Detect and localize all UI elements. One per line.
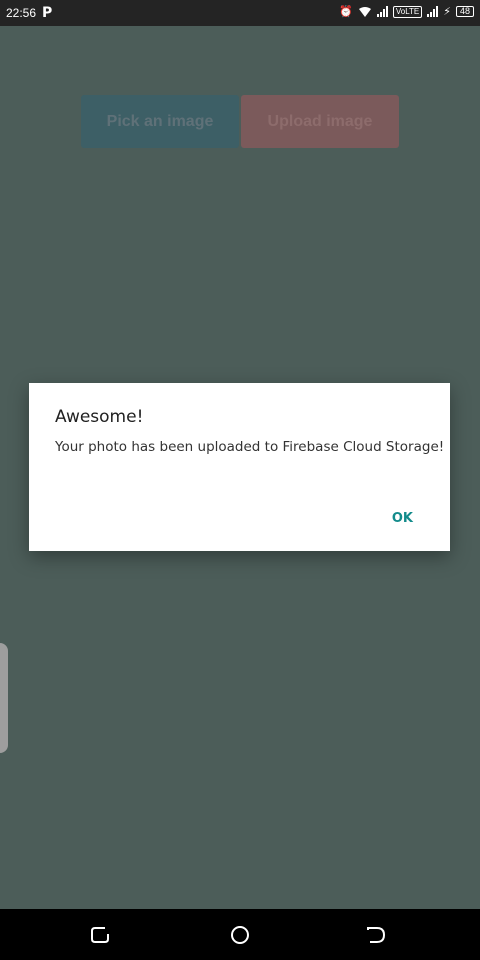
battery-icon: 48 <box>456 6 474 17</box>
status-indicators: ⏰ VoLTE ⚡ 48 <box>339 5 474 18</box>
recent-apps-icon[interactable] <box>89 924 111 946</box>
navigation-bar <box>0 909 480 960</box>
wifi-icon <box>358 6 372 18</box>
volte-badge: VoLTE <box>392 5 423 18</box>
upload-image-button[interactable]: Upload image <box>241 95 399 148</box>
dialog-message: Your photo has been uploaded to Firebase… <box>55 439 445 455</box>
dialog-title: Awesome! <box>55 407 144 427</box>
signal-icon-2 <box>427 6 439 17</box>
home-icon[interactable] <box>229 924 251 946</box>
ok-button[interactable]: OK <box>392 511 413 526</box>
alarm-icon: ⏰ <box>339 5 353 18</box>
parking-notification-icon: P <box>42 5 53 21</box>
status-bar: 22:56 P ⏰ VoLTE ⚡ 48 <box>0 0 480 26</box>
charging-icon: ⚡ <box>443 5 451 18</box>
status-time: 22:56 <box>6 6 37 20</box>
pick-image-button[interactable]: Pick an image <box>81 95 239 148</box>
alert-dialog: Awesome! Your photo has been uploaded to… <box>29 383 450 551</box>
side-edge-handle[interactable] <box>0 643 8 753</box>
signal-icon <box>376 6 388 17</box>
back-icon[interactable] <box>365 924 387 946</box>
